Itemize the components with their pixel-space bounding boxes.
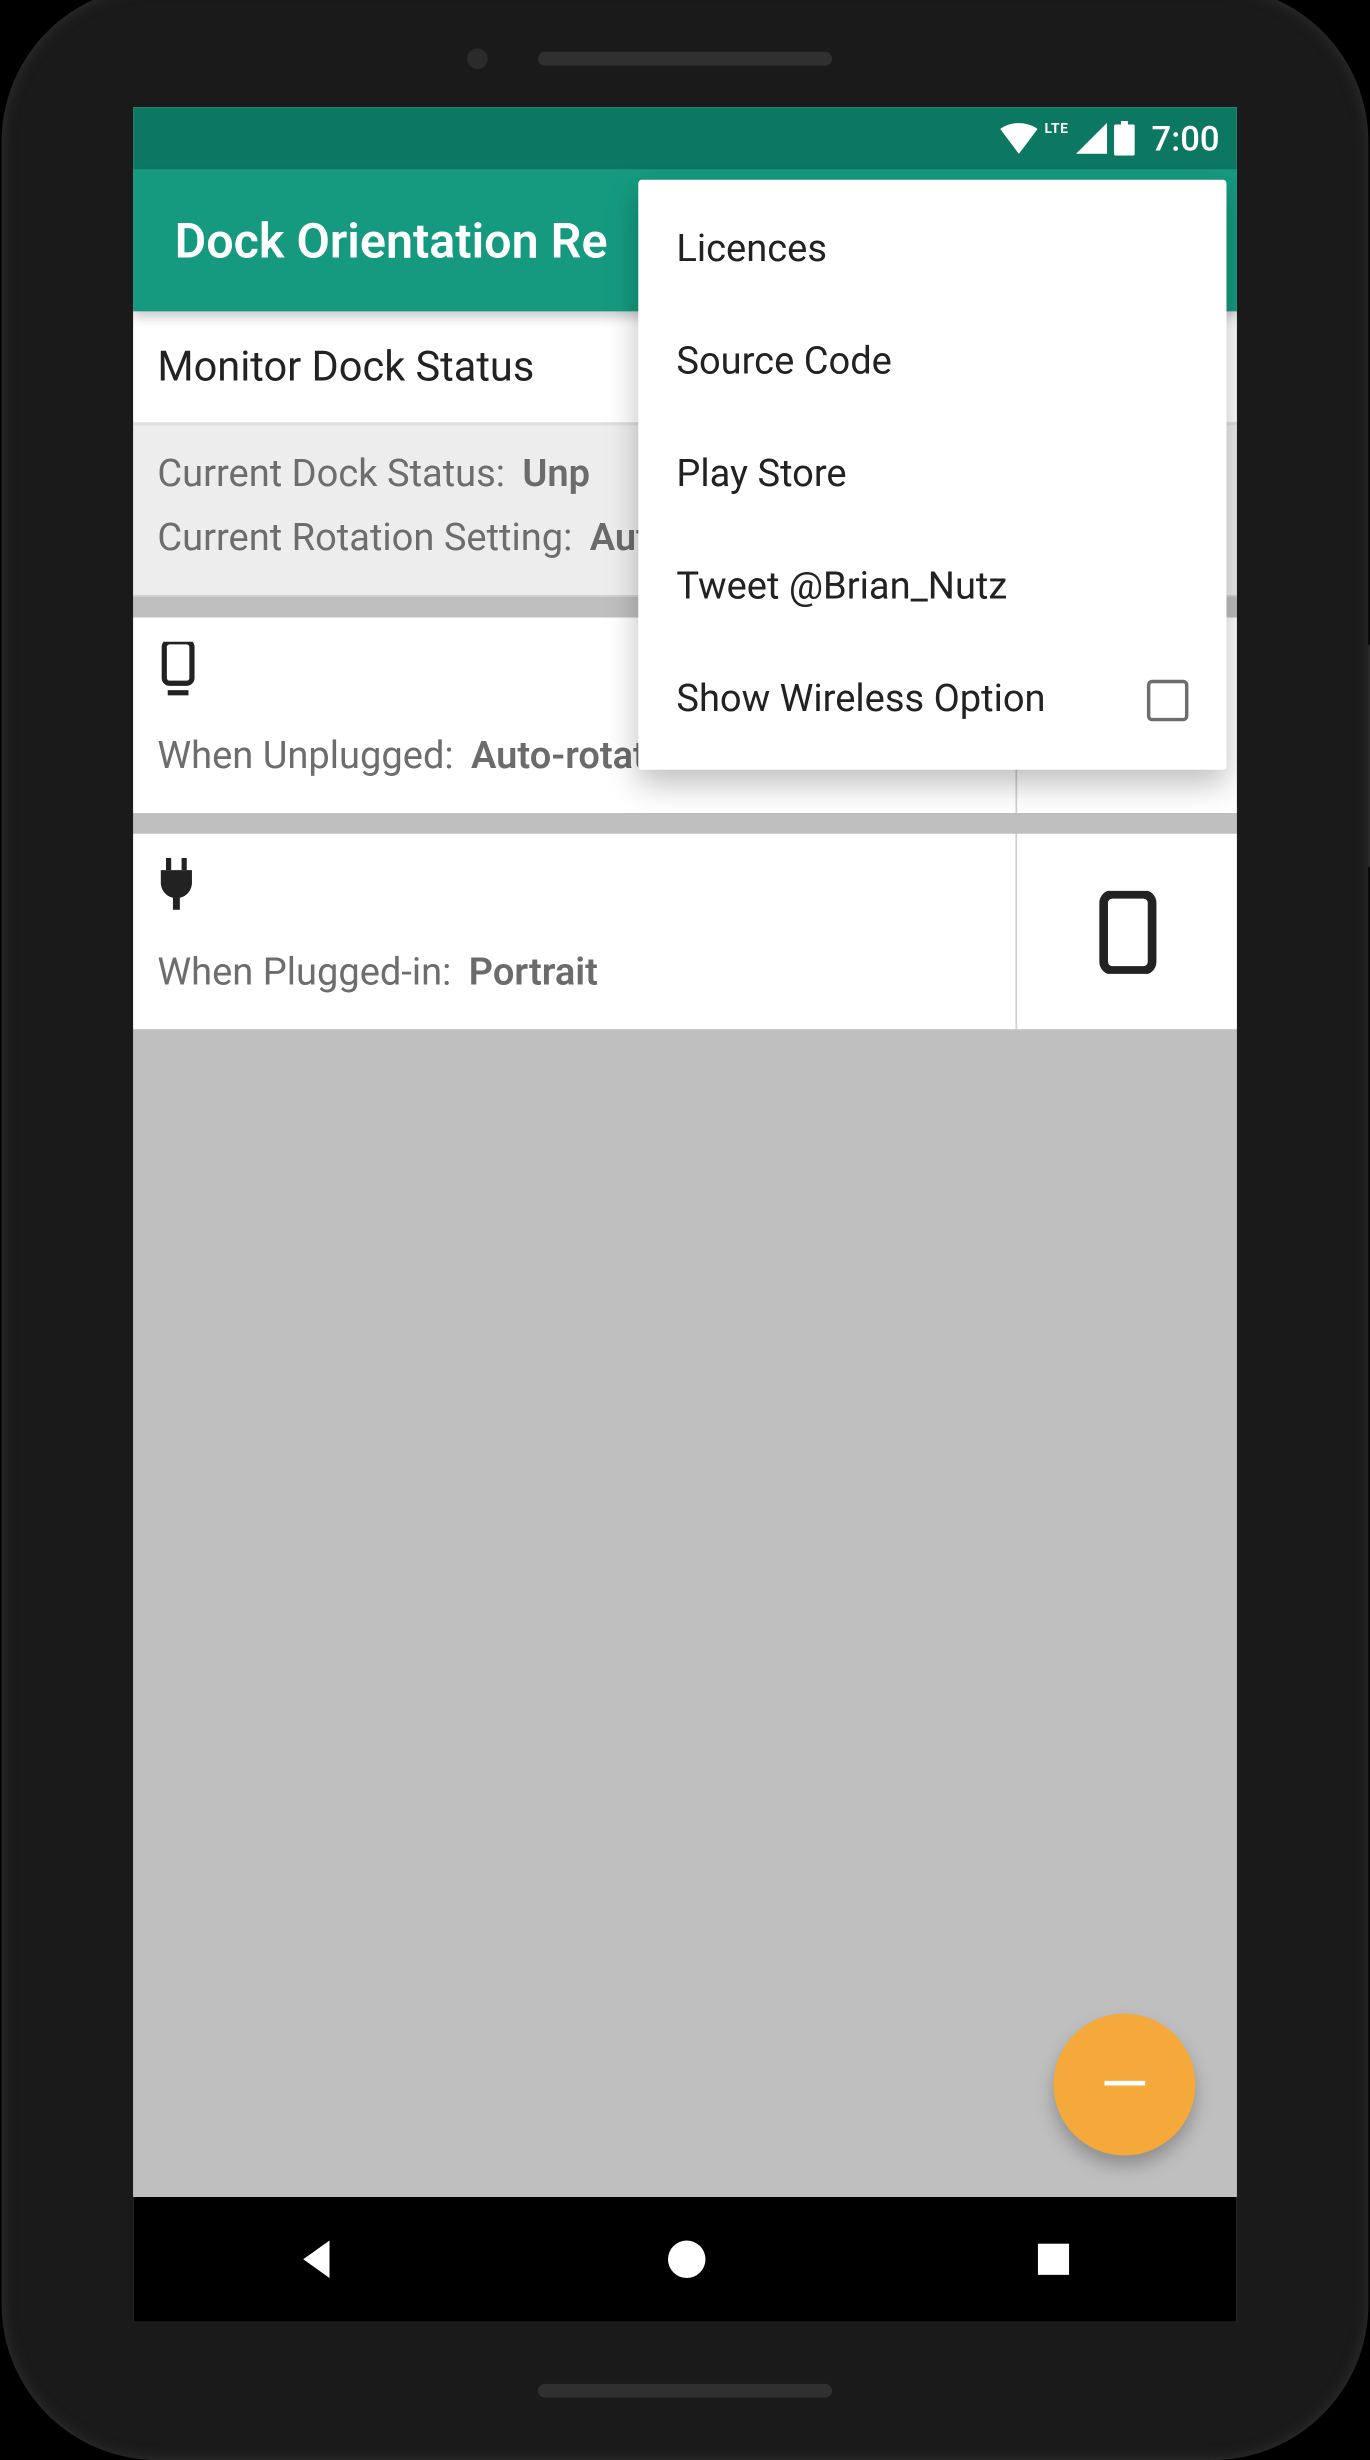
- wireless-checkbox[interactable]: [1147, 679, 1189, 721]
- nav-bar: [133, 2197, 1237, 2322]
- setting-plugged[interactable]: When Plugged-in: Portrait: [133, 834, 1237, 1029]
- menu-item-source-code-label: Source Code: [676, 341, 892, 384]
- fab-remove[interactable]: —: [1053, 2014, 1195, 2156]
- setting-plugged-action[interactable]: [1015, 834, 1236, 1029]
- portrait-icon: [1096, 890, 1158, 973]
- nav-home[interactable]: [664, 2237, 709, 2282]
- setting-plugged-left: When Plugged-in: Portrait: [133, 834, 1015, 1029]
- phone-dock-icon: [157, 642, 199, 697]
- menu-item-wireless-option[interactable]: Show Wireless Option: [638, 643, 1226, 755]
- wifi-icon: [1000, 123, 1038, 154]
- menu-item-play-store[interactable]: Play Store: [638, 419, 1226, 531]
- setting-plugged-value: Portrait: [469, 951, 598, 994]
- status-clock: 7:00: [1151, 118, 1219, 160]
- dock-status-value: Unp: [522, 453, 590, 496]
- recent-icon: [1033, 2239, 1075, 2281]
- screen: LTE 7:00 Dock Orientation Re Monitor Doc…: [133, 107, 1237, 2321]
- status-bar: LTE 7:00: [133, 107, 1237, 169]
- rotation-status-label: Current Rotation Setting:: [157, 517, 572, 560]
- phone-speaker: [538, 2384, 832, 2398]
- menu-item-tweet-label: Tweet @Brian_Nutz: [676, 566, 1007, 609]
- monitor-dock-label: Monitor Dock Status: [157, 342, 534, 390]
- setting-unplugged-value: Auto-rotate: [471, 735, 666, 778]
- menu-item-play-store-label: Play Store: [676, 453, 846, 496]
- home-icon: [664, 2237, 709, 2282]
- menu-item-source-code[interactable]: Source Code: [638, 306, 1226, 418]
- back-icon: [295, 2237, 340, 2282]
- plug-icon: [157, 858, 195, 910]
- menu-item-tweet[interactable]: Tweet @Brian_Nutz: [638, 531, 1226, 643]
- menu-item-wireless-label: Show Wireless Option: [676, 678, 1045, 721]
- setting-plugged-label: When Plugged-in:: [157, 951, 451, 994]
- app-title: Dock Orientation Re: [175, 212, 608, 269]
- nav-recent[interactable]: [1033, 2239, 1075, 2281]
- nav-back[interactable]: [295, 2237, 340, 2282]
- setting-unplugged-label: When Unplugged:: [157, 735, 453, 778]
- signal-icon: [1075, 123, 1106, 154]
- dock-status-label: Current Dock Status:: [157, 453, 505, 496]
- menu-item-licences-label: Licences: [676, 228, 827, 271]
- fab-glyph: —: [1100, 2048, 1149, 2121]
- overflow-menu: Licences Source Code Play Store Tweet @B…: [638, 180, 1226, 770]
- menu-item-licences[interactable]: Licences: [638, 194, 1226, 306]
- lte-badge: LTE: [1045, 120, 1069, 136]
- phone-frame: LTE 7:00 Dock Orientation Re Monitor Doc…: [2, 0, 1369, 2460]
- battery-icon: [1113, 121, 1134, 156]
